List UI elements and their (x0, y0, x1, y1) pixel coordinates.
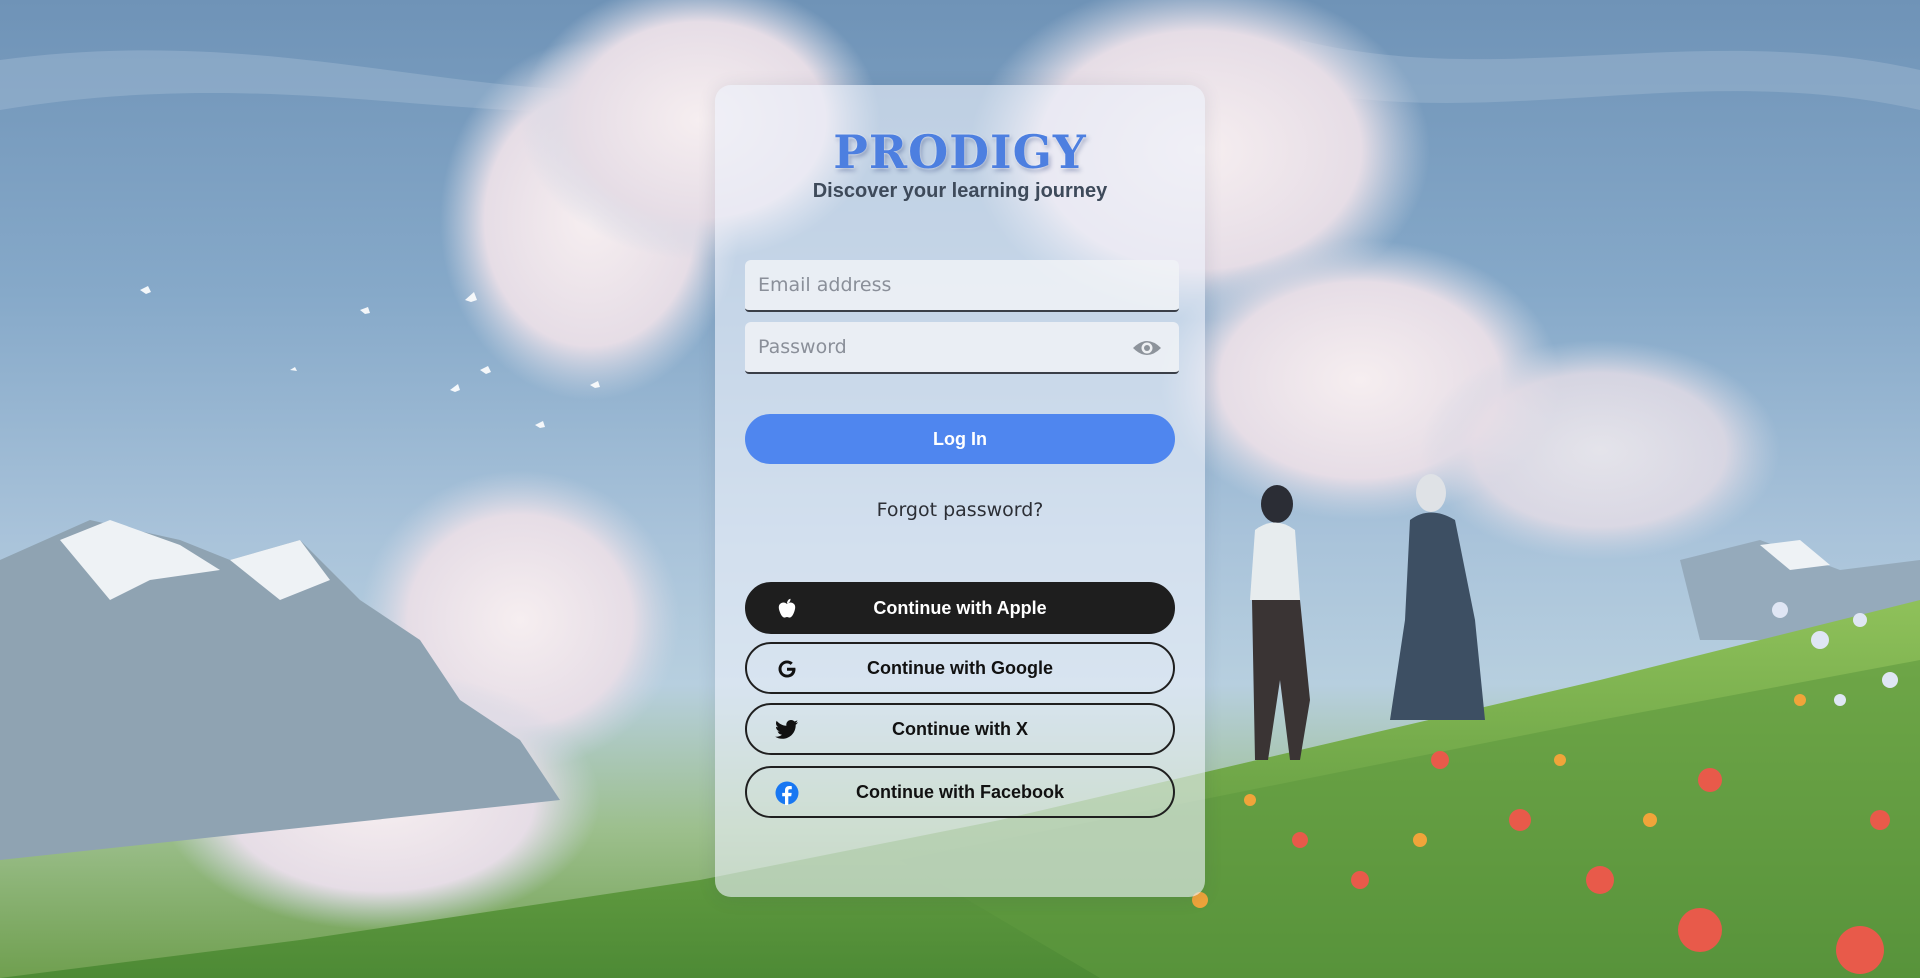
continue-with-apple-button[interactable]: Continue with Apple (745, 582, 1175, 634)
email-field[interactable] (745, 260, 1179, 312)
continue-with-facebook-button[interactable]: Continue with Facebook (745, 766, 1175, 818)
figure-left (1250, 485, 1310, 760)
eye-icon[interactable] (1130, 333, 1164, 363)
x-button-label: Continue with X (892, 718, 1028, 739)
apple-button-label: Continue with Apple (873, 597, 1047, 618)
forgot-password-link[interactable]: Forgot password? (715, 499, 1205, 521)
facebook-icon (775, 781, 799, 805)
facebook-button-label: Continue with Facebook (855, 781, 1064, 802)
password-field[interactable] (745, 322, 1179, 374)
brand-tagline: Discover your learning journey (812, 180, 1108, 202)
twitter-bird-icon (775, 718, 799, 742)
continue-with-x-button[interactable]: Continue with X (745, 703, 1175, 755)
google-button-label: Continue with Google (867, 657, 1053, 678)
google-icon (775, 657, 799, 681)
apple-icon (775, 597, 799, 621)
continue-with-google-button[interactable]: Continue with Google (745, 642, 1175, 694)
login-card: PRODIGY Discover your learning journey L… (715, 85, 1205, 897)
login-button[interactable]: Log In (745, 414, 1175, 464)
brand-logo: PRODIGY (833, 125, 1087, 179)
